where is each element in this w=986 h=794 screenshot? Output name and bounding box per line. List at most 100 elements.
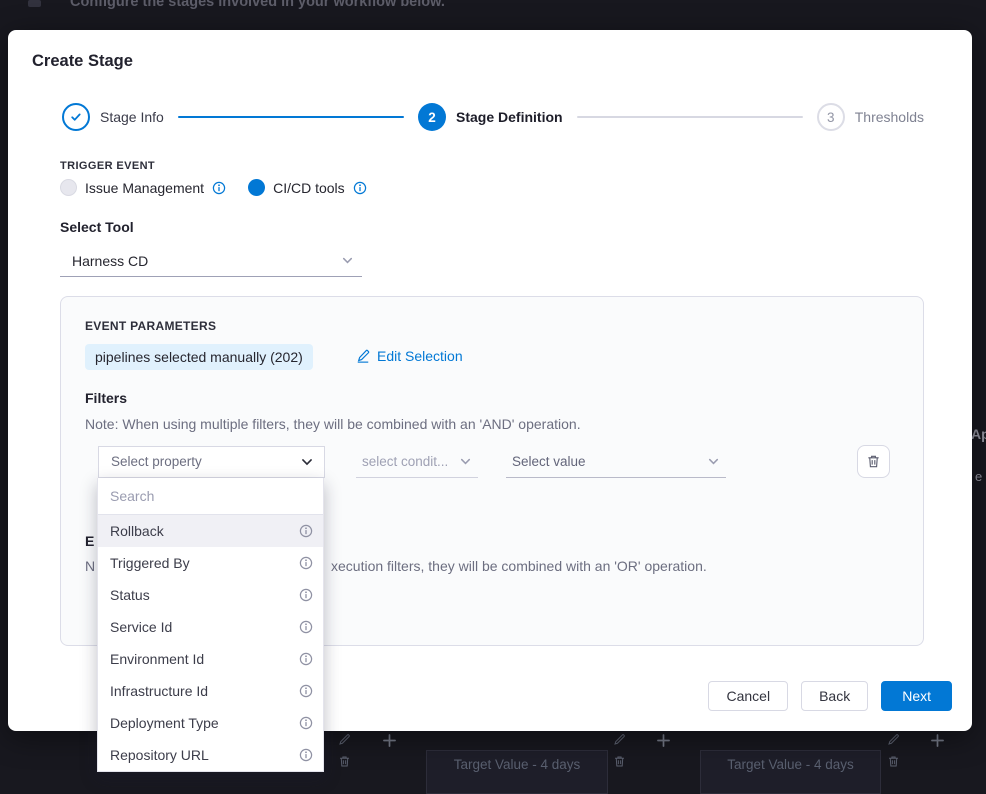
dropdown-option[interactable]: Rollback: [98, 515, 323, 547]
trash-icon: [613, 755, 626, 768]
step-label: Stage Info: [100, 109, 164, 125]
filters-note: Note: When using multiple filters, they …: [85, 416, 581, 432]
dropdown-option-label: Deployment Type: [110, 715, 219, 731]
background-element: [28, 0, 41, 7]
screen: Configure the stages involved in your wo…: [0, 0, 986, 794]
step-stage-info[interactable]: Stage Info: [62, 103, 164, 131]
delete-filter-button[interactable]: [857, 445, 890, 478]
dropdown-option[interactable]: Deployment Type: [98, 707, 323, 739]
trigger-event-options: Issue Management CI/CD tools: [60, 179, 367, 196]
info-icon[interactable]: [299, 556, 313, 570]
background-heading: Configure the stages involved in your wo…: [70, 0, 445, 10]
condition-select[interactable]: select condit...: [356, 446, 478, 478]
trigger-event-label: TRIGGER EVENT: [60, 160, 155, 172]
create-stage-modal: Create Stage Stage Info 2 Stage Definiti…: [8, 30, 972, 731]
value-select[interactable]: Select value: [506, 446, 726, 478]
value-select-placeholder: Select value: [506, 454, 707, 469]
dropdown-option[interactable]: Service Id: [98, 611, 323, 643]
trash-icon: [887, 755, 900, 768]
radio-issue-management[interactable]: Issue Management: [60, 179, 226, 196]
dropdown-option-label: Repository URL: [110, 747, 209, 763]
radio-circle: [60, 179, 77, 196]
execution-note-partial-end: xecution filters, they will be combined …: [331, 558, 707, 574]
radio-label: CI/CD tools: [273, 180, 345, 196]
radio-circle: [248, 179, 265, 196]
background-icon-stack: [338, 733, 352, 768]
dropdown-option[interactable]: Status: [98, 579, 323, 611]
back-button[interactable]: Back: [801, 681, 868, 711]
selection-badge: pipelines selected manually (202): [85, 344, 313, 370]
modal-title: Create Stage: [32, 52, 133, 71]
dropdown-option-label: Infrastructure Id: [110, 683, 208, 699]
chevron-down-icon: [459, 455, 472, 468]
dropdown-search: [98, 478, 323, 515]
edit-icon: [613, 733, 626, 746]
stepper: Stage Info 2 Stage Definition 3 Threshol…: [62, 102, 924, 132]
dropdown-option-label: Service Id: [110, 619, 172, 635]
modal-footer: Cancel Back Next: [708, 681, 952, 711]
event-parameters-heading: EVENT PARAMETERS: [85, 319, 216, 333]
step-stage-definition[interactable]: 2 Stage Definition: [418, 103, 563, 131]
add-icon: [930, 733, 945, 753]
dropdown-option[interactable]: Triggered By: [98, 547, 323, 579]
radio-label: Issue Management: [85, 180, 204, 196]
trash-icon: [866, 454, 881, 469]
filters-heading: Filters: [85, 390, 127, 406]
chevron-down-icon: [300, 455, 314, 469]
execution-note-partial-start: N: [85, 558, 95, 574]
cancel-button[interactable]: Cancel: [708, 681, 788, 711]
add-icon: [382, 733, 397, 753]
info-icon[interactable]: [299, 524, 313, 538]
check-icon: [69, 110, 83, 124]
edit-icon: [338, 733, 351, 746]
dropdown-option-label: Status: [110, 587, 150, 603]
edit-selection-label: Edit Selection: [377, 348, 463, 364]
edit-pencil-icon: [356, 349, 370, 363]
background-text-fragment: e: [975, 469, 982, 484]
radio-cicd-tools[interactable]: CI/CD tools: [248, 179, 367, 196]
info-icon[interactable]: [299, 588, 313, 602]
dropdown-option-label: Triggered By: [110, 555, 190, 571]
info-icon[interactable]: [212, 181, 226, 195]
step-number: 3: [817, 103, 845, 131]
next-button[interactable]: Next: [881, 681, 952, 711]
background-text-fragment: Ap: [971, 426, 986, 442]
table-cell-target-value: Target Value - 4 days: [426, 750, 608, 794]
chevron-down-icon: [707, 455, 720, 468]
info-icon[interactable]: [299, 748, 313, 762]
property-select[interactable]: Select property: [98, 446, 325, 478]
dropdown-option[interactable]: Repository URL: [98, 739, 323, 771]
info-icon[interactable]: [353, 181, 367, 195]
dropdown-option[interactable]: Infrastructure Id: [98, 675, 323, 707]
condition-select-placeholder: select condit...: [356, 454, 459, 469]
filter-row: Select property select condit... Select …: [98, 445, 890, 478]
execution-filters-heading-partial: E: [85, 533, 94, 549]
step-thresholds[interactable]: 3 Thresholds: [817, 103, 924, 131]
trash-icon: [338, 755, 351, 768]
table-cell-target-value: Target Value - 4 days: [700, 750, 881, 794]
step-complete-circle: [62, 103, 90, 131]
select-tool-label: Select Tool: [60, 219, 134, 235]
info-icon[interactable]: [299, 716, 313, 730]
info-icon[interactable]: [299, 684, 313, 698]
tool-select[interactable]: Harness CD: [60, 245, 362, 277]
edit-selection-link[interactable]: Edit Selection: [356, 348, 463, 364]
add-icon: [656, 733, 671, 753]
property-dropdown-menu: Rollback Triggered By Status Service Id …: [97, 478, 324, 772]
dropdown-option-label: Environment Id: [110, 651, 204, 667]
stepper-connector: [178, 116, 404, 118]
step-label: Thresholds: [855, 109, 924, 125]
info-icon[interactable]: [299, 620, 313, 634]
dropdown-option-label: Rollback: [110, 523, 164, 539]
stepper-connector: [577, 116, 803, 118]
dropdown-option[interactable]: Environment Id: [98, 643, 323, 675]
dropdown-search-input[interactable]: [98, 478, 323, 514]
step-label: Stage Definition: [456, 109, 563, 125]
background-icon-stack: [613, 733, 627, 768]
info-icon[interactable]: [299, 652, 313, 666]
edit-icon: [887, 733, 900, 746]
step-number: 2: [418, 103, 446, 131]
property-select-placeholder: Select property: [99, 454, 300, 469]
chevron-down-icon: [341, 254, 354, 267]
tool-select-value: Harness CD: [60, 253, 341, 269]
